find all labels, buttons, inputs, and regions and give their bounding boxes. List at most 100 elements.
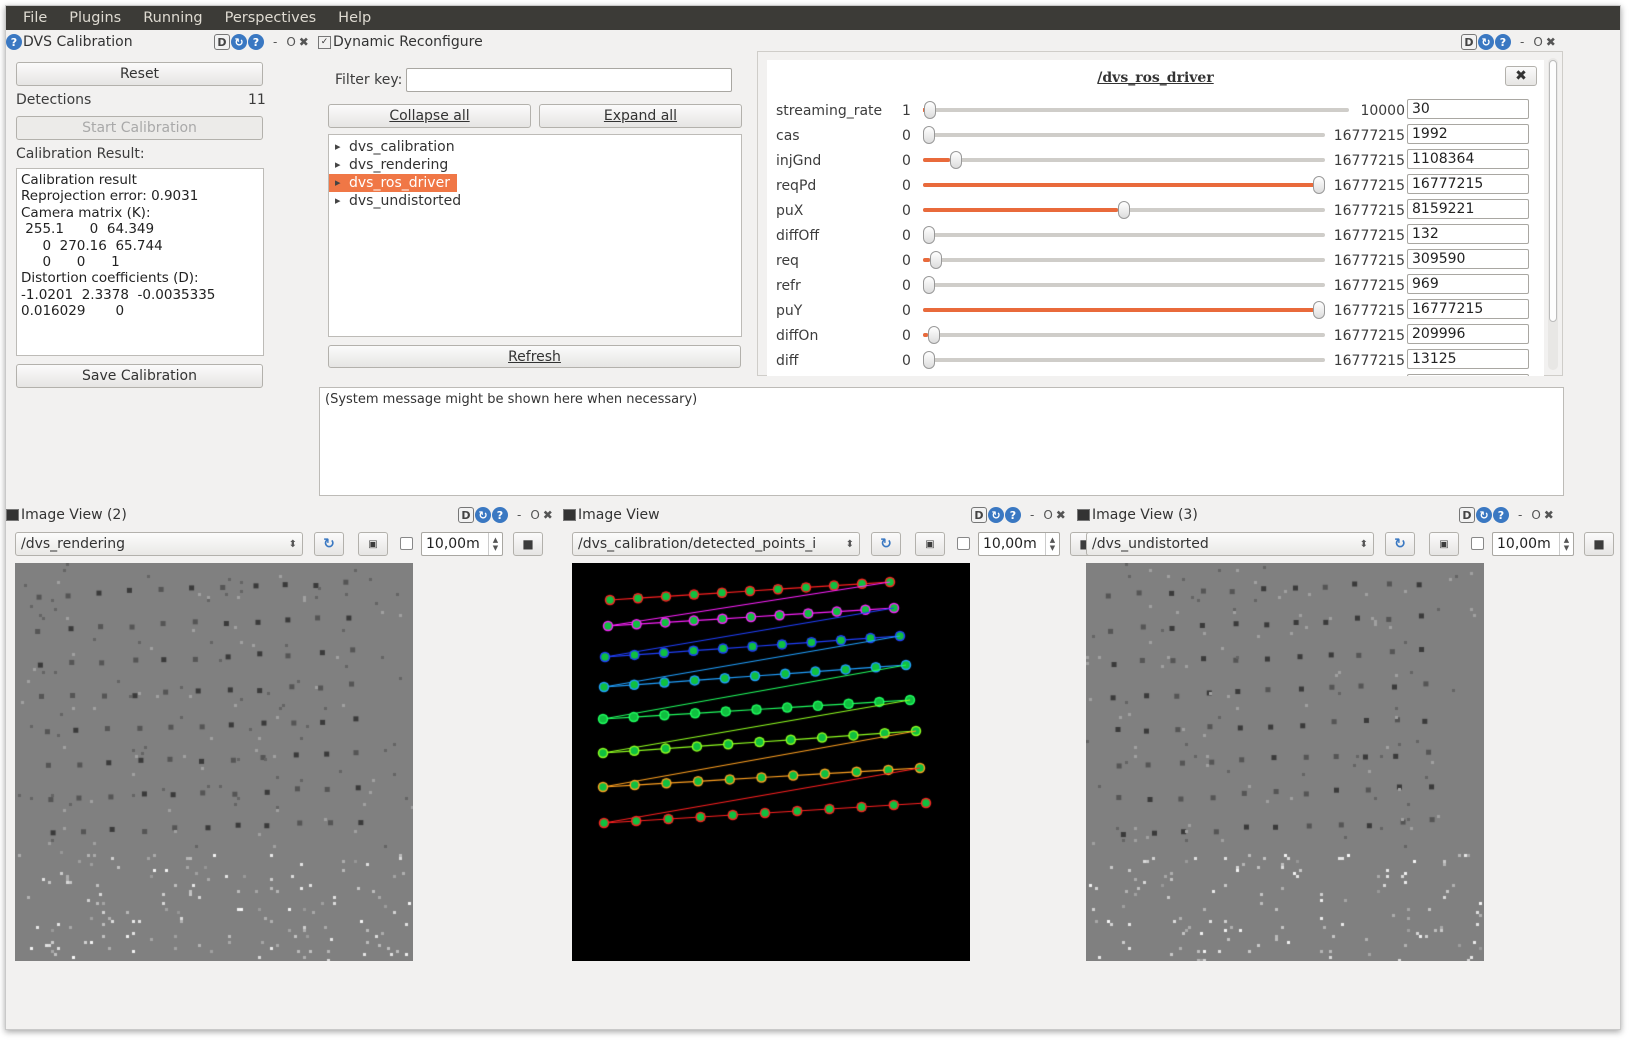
minimize-icon[interactable]: - bbox=[1518, 508, 1522, 522]
topic-select[interactable]: /dvs_undistorted bbox=[1086, 532, 1374, 556]
param-slider[interactable] bbox=[923, 201, 1325, 219]
close-icon[interactable]: ✖ bbox=[1056, 508, 1066, 522]
close-icon[interactable]: ✖ bbox=[1546, 35, 1556, 49]
save-image-button[interactable]: ■ bbox=[1584, 532, 1614, 556]
reload-icon[interactable]: ↻ bbox=[231, 34, 247, 50]
float-icon[interactable]: O bbox=[1531, 508, 1540, 522]
refresh-topics-button[interactable]: ↻ bbox=[1385, 532, 1415, 556]
param-slider[interactable] bbox=[923, 151, 1325, 169]
dock-d-icon[interactable]: D bbox=[214, 34, 230, 50]
help-icon[interactable]: ? bbox=[248, 34, 264, 50]
smooth-checkbox[interactable] bbox=[957, 537, 970, 550]
slider-handle[interactable] bbox=[1118, 201, 1131, 219]
float-icon[interactable]: O bbox=[286, 35, 295, 49]
help-icon[interactable]: ? bbox=[1495, 34, 1511, 50]
system-message-console: (System message might be shown here when… bbox=[319, 387, 1564, 496]
param-value-field[interactable]: 1992 bbox=[1407, 124, 1529, 144]
spin-arrows[interactable]: ▲ ▼ bbox=[1045, 533, 1059, 555]
float-icon[interactable]: O bbox=[1043, 508, 1052, 522]
slider-handle[interactable] bbox=[1313, 301, 1325, 319]
smooth-checkbox[interactable] bbox=[1471, 537, 1484, 550]
param-value-field[interactable]: 16777215 bbox=[1407, 174, 1529, 194]
slider-handle[interactable] bbox=[923, 351, 935, 369]
close-node-button[interactable]: ✖ bbox=[1505, 66, 1537, 86]
topic-select[interactable]: /dvs_calibration/detected_points_i bbox=[572, 532, 860, 556]
dock-d-icon[interactable]: D bbox=[458, 507, 474, 523]
reset-button[interactable]: Reset bbox=[16, 62, 263, 86]
minimize-icon[interactable]: - bbox=[1030, 508, 1034, 522]
minimize-icon[interactable]: - bbox=[273, 35, 277, 49]
slider-handle[interactable] bbox=[924, 101, 937, 119]
smooth-checkbox[interactable] bbox=[400, 537, 413, 550]
save-image-button[interactable]: ■ bbox=[513, 532, 543, 556]
spin-arrows[interactable]: ▲ ▼ bbox=[488, 533, 502, 555]
expand-all-button[interactable]: Expand all bbox=[539, 104, 742, 128]
slider-handle[interactable] bbox=[923, 276, 935, 294]
param-value-field[interactable]: 969 bbox=[1407, 274, 1529, 294]
reload-icon[interactable]: ↻ bbox=[1476, 507, 1492, 523]
param-slider[interactable] bbox=[923, 126, 1325, 144]
menu-help[interactable]: Help bbox=[338, 10, 371, 26]
zoom-button[interactable]: ▣ bbox=[358, 532, 388, 556]
slider-handle[interactable] bbox=[949, 151, 962, 169]
param-value-field[interactable]: 30 bbox=[1407, 99, 1529, 119]
spin-arrows[interactable]: ▲ ▼ bbox=[1559, 533, 1573, 555]
menu-running[interactable]: Running bbox=[143, 10, 202, 26]
start-calibration-button[interactable]: Start Calibration bbox=[16, 116, 263, 140]
filter-key-input[interactable] bbox=[406, 68, 732, 92]
param-slider[interactable] bbox=[923, 176, 1325, 194]
param-slider[interactable] bbox=[923, 351, 1325, 369]
dock-d-icon[interactable]: D bbox=[971, 507, 987, 523]
slider-handle[interactable] bbox=[1313, 176, 1325, 194]
refresh-topics-button[interactable]: ↻ bbox=[314, 532, 344, 556]
param-value-field[interactable]: 309590 bbox=[1407, 249, 1529, 269]
param-value-field[interactable]: 13125 bbox=[1407, 349, 1529, 369]
param-value-field[interactable]: 16777215 bbox=[1407, 299, 1529, 319]
dock-d-icon[interactable]: D bbox=[1459, 507, 1475, 523]
reload-icon[interactable]: ↻ bbox=[988, 507, 1004, 523]
topic-select[interactable]: /dvs_rendering bbox=[15, 532, 303, 556]
collapse-all-button[interactable]: Collapse all bbox=[328, 104, 531, 128]
slider-handle[interactable] bbox=[928, 326, 941, 344]
close-icon[interactable]: ✖ bbox=[299, 35, 309, 49]
param-slider[interactable] bbox=[923, 276, 1325, 294]
zoom-button[interactable]: ▣ bbox=[1429, 532, 1459, 556]
float-icon[interactable]: O bbox=[1533, 35, 1542, 49]
tree-item-dvs_ros_driver[interactable]: dvs_ros_driver bbox=[329, 174, 457, 192]
param-value-field[interactable]: 209996 bbox=[1407, 324, 1529, 344]
slider-handle[interactable] bbox=[923, 226, 935, 244]
param-value-field[interactable]: 8159221 bbox=[1407, 199, 1529, 219]
dock-d-icon[interactable]: D bbox=[1461, 34, 1477, 50]
param-slider[interactable] bbox=[923, 326, 1325, 344]
slider-handle[interactable] bbox=[923, 126, 935, 144]
help-icon[interactable]: ? bbox=[1493, 507, 1509, 523]
menu-file[interactable]: File bbox=[23, 10, 47, 26]
minimize-icon[interactable]: - bbox=[1520, 35, 1524, 49]
param-slider[interactable] bbox=[923, 301, 1325, 319]
scrollbar[interactable] bbox=[1548, 58, 1558, 370]
float-icon[interactable]: O bbox=[530, 508, 539, 522]
tree-item-dvs_undistorted[interactable]: dvs_undistorted bbox=[329, 192, 741, 210]
reload-icon[interactable]: ↻ bbox=[1478, 34, 1494, 50]
help-icon[interactable]: ? bbox=[492, 507, 508, 523]
tree-item-dvs_rendering[interactable]: dvs_rendering bbox=[329, 156, 741, 174]
param-value-field[interactable]: 132 bbox=[1407, 224, 1529, 244]
menu-perspectives[interactable]: Perspectives bbox=[225, 10, 317, 26]
close-icon[interactable]: ✖ bbox=[1544, 508, 1554, 522]
menu-plugins[interactable]: Plugins bbox=[69, 10, 121, 26]
close-icon[interactable]: ✖ bbox=[543, 508, 553, 522]
zoom-button[interactable]: ▣ bbox=[915, 532, 945, 556]
tree-item-dvs_calibration[interactable]: dvs_calibration bbox=[329, 138, 741, 156]
refresh-button[interactable]: Refresh bbox=[328, 345, 741, 368]
slider-handle[interactable] bbox=[930, 251, 943, 269]
param-slider[interactable] bbox=[923, 251, 1325, 269]
param-slider[interactable] bbox=[923, 226, 1325, 244]
minimize-icon[interactable]: - bbox=[517, 508, 521, 522]
scrollbar-thumb[interactable] bbox=[1549, 60, 1557, 322]
reload-icon[interactable]: ↻ bbox=[475, 507, 491, 523]
refresh-topics-button[interactable]: ↻ bbox=[871, 532, 901, 556]
param-value-field[interactable]: 1108364 bbox=[1407, 149, 1529, 169]
param-slider[interactable] bbox=[923, 101, 1349, 119]
help-icon[interactable]: ? bbox=[1005, 507, 1021, 523]
save-calibration-button[interactable]: Save Calibration bbox=[16, 364, 263, 388]
